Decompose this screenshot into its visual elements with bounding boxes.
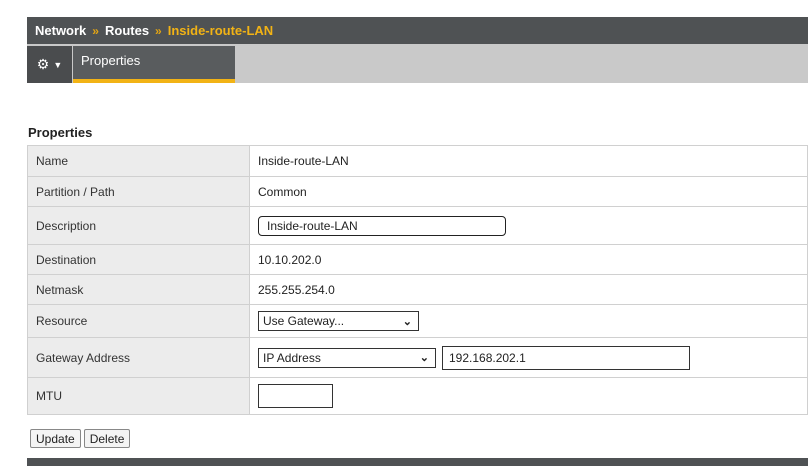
value-partition: Common <box>249 176 808 207</box>
chevron-down-icon: ⌄ <box>419 352 429 364</box>
breadcrumb-separator: » <box>92 23 99 38</box>
tab-properties[interactable]: Properties <box>73 46 235 83</box>
description-input-value: Inside-route-LAN <box>267 218 358 233</box>
breadcrumb-current: Inside-route-LAN <box>167 23 274 38</box>
delete-button[interactable]: Delete <box>83 429 131 448</box>
label-netmask: Netmask <box>27 274 250 305</box>
label-destination: Destination <box>27 244 250 275</box>
resource-select[interactable]: Use Gateway... ⌄ <box>258 311 419 331</box>
label-name: Name <box>27 145 250 177</box>
mtu-input[interactable] <box>258 384 333 408</box>
resource-select-value: Use Gateway... <box>263 314 345 328</box>
row-mtu: MTU <box>27 377 808 415</box>
label-partition: Partition / Path <box>27 176 250 207</box>
row-name: Name Inside-route-LAN <box>27 145 808 177</box>
row-resource: Resource Use Gateway... ⌄ <box>27 304 808 338</box>
description-input[interactable]: Inside-route-LAN <box>258 215 506 236</box>
row-destination: Destination 10.10.202.0 <box>27 244 808 275</box>
section-title: Properties <box>28 125 93 140</box>
row-netmask: Netmask 255.255.254.0 <box>27 274 808 305</box>
value-destination: 10.10.202.0 <box>249 244 808 275</box>
value-name: Inside-route-LAN <box>249 145 808 177</box>
label-gateway: Gateway Address <box>27 337 250 378</box>
properties-table: Name Inside-route-LAN Partition / Path C… <box>27 145 808 415</box>
action-buttons: Update Delete <box>30 429 131 448</box>
label-description: Description <box>27 206 250 245</box>
breadcrumb: Network » Routes » Inside-route-LAN <box>27 17 808 44</box>
row-partition: Partition / Path Common <box>27 176 808 207</box>
footer-bar <box>27 458 808 466</box>
gateway-type-select[interactable]: IP Address ⌄ <box>258 347 436 368</box>
gear-icon: ⚙ <box>36 56 50 72</box>
row-gateway: Gateway Address IP Address ⌄ 192.168.202… <box>27 337 808 378</box>
value-netmask: 255.255.254.0 <box>249 274 808 305</box>
gateway-ip-input[interactable]: 192.168.202.1 <box>442 345 690 370</box>
tab-bar: ⚙ ▼ Properties <box>27 44 808 83</box>
row-description: Description Inside-route-LAN <box>27 206 808 245</box>
label-mtu: MTU <box>27 377 250 415</box>
tab-properties-label: Properties <box>81 53 141 68</box>
label-resource: Resource <box>27 304 250 338</box>
breadcrumb-separator: » <box>155 23 162 38</box>
breadcrumb-network[interactable]: Network <box>35 23 86 38</box>
update-button[interactable]: Update <box>30 429 81 448</box>
breadcrumb-routes[interactable]: Routes <box>105 23 149 38</box>
gear-menu-button[interactable]: ⚙ ▼ <box>27 46 72 83</box>
gateway-ip-value: 192.168.202.1 <box>449 350 526 365</box>
caret-down-icon: ▼ <box>53 59 63 70</box>
chevron-down-icon: ⌄ <box>402 315 412 328</box>
gateway-type-value: IP Address <box>263 350 321 365</box>
gateway-controls: IP Address ⌄ 192.168.202.1 <box>258 345 799 370</box>
